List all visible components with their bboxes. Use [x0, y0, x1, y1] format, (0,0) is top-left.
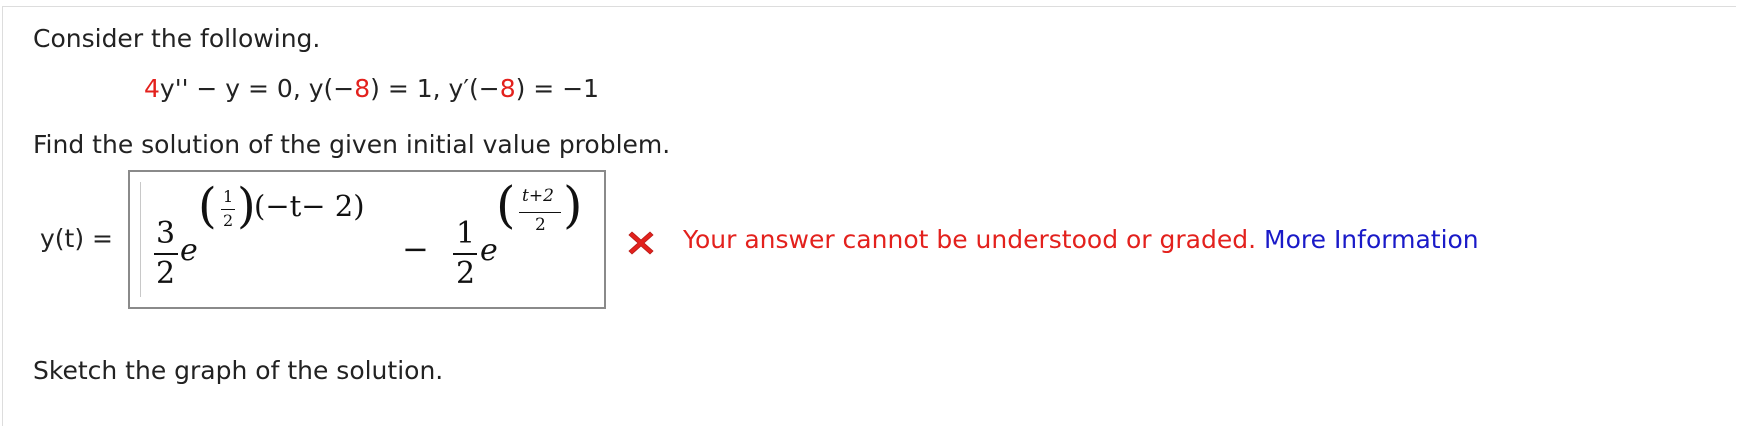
- term1-exp-factor: (−t− 2): [254, 189, 365, 223]
- answer-label: y(t) =: [40, 224, 113, 253]
- initial-point-1: 8: [354, 74, 371, 103]
- term1-denominator: 2: [156, 256, 176, 291]
- term2-fraction-bar: [453, 253, 477, 255]
- initial-point-2: 8: [499, 74, 516, 103]
- differential-equation: 4y'' − y = 0, y(−8) = 1, y′(−8) = −1: [144, 74, 599, 103]
- sketch-prompt: Sketch the graph of the solution.: [33, 356, 444, 385]
- term2-denominator: 2: [456, 256, 476, 291]
- equation-coefficient: 4: [144, 74, 160, 103]
- prompt-text: Find the solution of the given initial v…: [33, 130, 671, 159]
- term1-numerator: 3: [156, 216, 176, 251]
- equation-part-3: ) = −1: [515, 74, 600, 103]
- term2-exp-frac-den: 2: [535, 215, 546, 235]
- term1-exp-frac-den: 2: [223, 211, 234, 230]
- equation-part-1: y'' − y = 0, y(−: [159, 74, 355, 103]
- feedback-message: Your answer cannot be understood or grad…: [683, 225, 1479, 254]
- more-information-link[interactable]: More Information: [1264, 225, 1479, 254]
- term2-numerator: 1: [456, 216, 476, 251]
- term1-exp-frac-num: 1: [223, 187, 234, 206]
- term1-base: e: [180, 233, 198, 268]
- answer-input[interactable]: 3 2 e ( 1 2 ) (−t− 2) − 1 2 e ( t+2 2 ): [128, 170, 606, 309]
- term1-exp-close-paren: ): [237, 178, 256, 234]
- term2-exp-open-paren: (: [496, 176, 516, 234]
- term1-exp-frac-bar: [221, 209, 235, 210]
- term2-base: e: [480, 233, 498, 268]
- answer-expression: 3 2 e ( 1 2 ) (−t− 2) − 1 2 e ( t+2 2 ): [130, 172, 604, 307]
- error-message: Your answer cannot be understood or grad…: [683, 225, 1257, 254]
- answer-operator: −: [402, 230, 429, 268]
- term2-exp-frac-bar: [519, 212, 561, 213]
- term2-exp-close-paren: ): [563, 176, 583, 234]
- intro-text: Consider the following.: [33, 24, 321, 53]
- term1-exp-open-paren: (: [198, 178, 217, 234]
- term2-exp-frac-num: t+2: [522, 186, 554, 206]
- equation-part-2: ) = 1, y′(−: [370, 74, 500, 103]
- x-mark-icon: [628, 231, 654, 255]
- term1-fraction-bar: [154, 253, 178, 255]
